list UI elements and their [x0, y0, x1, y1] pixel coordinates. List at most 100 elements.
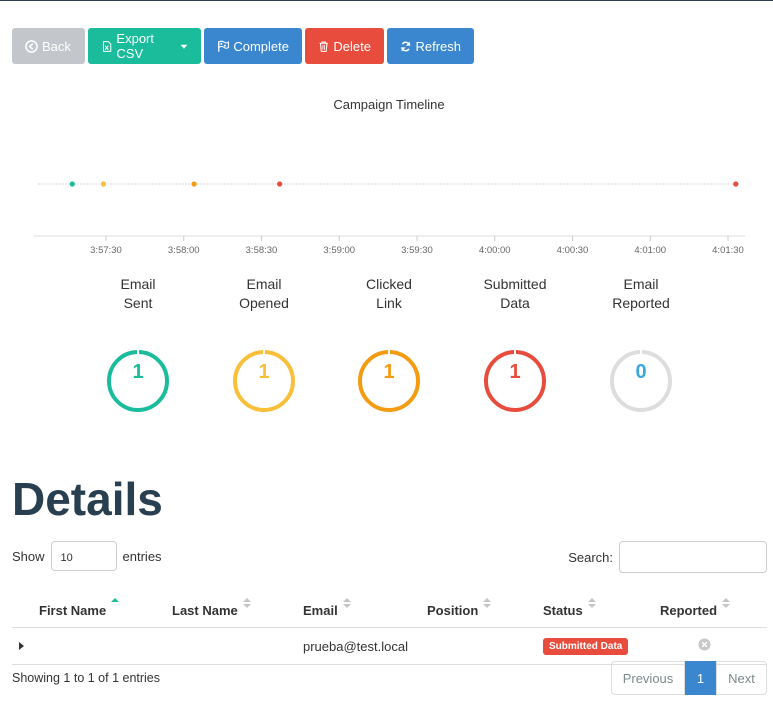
arrow-circle-left-icon — [25, 39, 38, 53]
timeline-point — [100, 181, 107, 187]
sort-icon — [342, 598, 351, 608]
column-header-position[interactable]: Position — [427, 582, 543, 628]
stat-email-reported: Email Reported 0 — [591, 275, 691, 413]
x-tick-label: 3:59:30 — [401, 245, 433, 256]
show-label: Show — [12, 548, 45, 564]
stat-submitted-data: Submitted Data 1 — [465, 275, 565, 413]
entries-per-page-select[interactable]: 10 — [50, 541, 117, 571]
times-circle-icon — [698, 638, 711, 651]
delete-button[interactable]: Delete — [305, 28, 384, 64]
stat-value: 1 — [258, 361, 270, 383]
search-control: Search: — [568, 541, 767, 573]
column-label: Email — [303, 603, 338, 618]
column-label: Last Name — [172, 603, 238, 618]
stat-label: Email Reported — [612, 276, 670, 311]
delete-label: Delete — [333, 38, 371, 54]
complete-label: Complete — [233, 38, 289, 54]
export-csv-label: Export CSV — [116, 31, 154, 61]
trash-icon — [319, 40, 328, 52]
table-header-row: First Name Last Name Email Position Stat… — [12, 582, 767, 628]
x-tick-label: 3:58:30 — [246, 245, 278, 256]
page-length-control: Show 10 entries — [12, 541, 162, 571]
chart-title: Campaign Timeline — [333, 97, 445, 112]
stat-gauge: 1 — [106, 349, 170, 413]
x-axis-ticks: 3:57:30 3:58:00 3:58:30 3:59:00 3:59:30 4:00:… — [90, 236, 744, 256]
stat-value: 1 — [383, 361, 395, 383]
x-tick-label: 3:58:00 — [168, 245, 200, 256]
stat-gauge: 1 — [232, 349, 296, 413]
refresh-icon — [400, 41, 411, 51]
stat-gauge: 1 — [483, 349, 547, 413]
x-tick-label: 4:00:30 — [557, 245, 589, 256]
column-header-first-name[interactable]: First Name — [39, 582, 172, 628]
x-tick-label: 4:01:30 — [712, 245, 744, 256]
column-header-reported[interactable]: Reported — [660, 582, 767, 628]
column-label: First Name — [39, 603, 107, 618]
details-heading: Details — [12, 473, 163, 525]
first-name-cell — [39, 627, 172, 665]
column-label: Status — [543, 603, 583, 618]
stat-value: 1 — [132, 361, 144, 383]
x-tick-label: 4:00:00 — [479, 245, 511, 256]
stat-value: 0 — [635, 361, 647, 383]
stat-label: Submitted Data — [483, 276, 547, 311]
entries-label: entries — [122, 548, 162, 564]
pagination: Previous 1 Next — [611, 661, 767, 695]
results-table: First Name Last Name Email Position Stat… — [12, 582, 767, 665]
toolbar: Back Export CSV Complete Delete Refresh — [12, 28, 474, 64]
search-input[interactable] — [619, 541, 767, 573]
table-info: Showing 1 to 1 of 1 entries — [12, 671, 161, 685]
file-excel-icon — [102, 40, 112, 52]
stat-label: Email Opened — [239, 276, 289, 311]
last-name-cell — [172, 627, 303, 665]
column-label: Reported — [660, 603, 718, 618]
stat-email-sent: Email Sent 1 — [88, 275, 188, 413]
caret-right-icon[interactable] — [18, 641, 26, 651]
refresh-label: Refresh — [415, 38, 461, 54]
refresh-button[interactable]: Refresh — [387, 28, 474, 64]
sort-icon — [242, 598, 251, 608]
expand-column-header — [12, 582, 39, 628]
timeline-point — [69, 181, 75, 187]
stat-label: Email Sent — [120, 276, 156, 311]
flag-checkered-icon — [218, 40, 230, 52]
stat-label: Clicked Link — [366, 276, 412, 311]
campaign-timeline-chart: 3:57:30 3:58:00 3:58:30 3:59:00 3:59:30 4:00:… — [34, 181, 745, 256]
column-header-last-name[interactable]: Last Name — [172, 582, 303, 628]
back-label: Back — [42, 38, 71, 54]
position-cell — [427, 627, 543, 665]
stat-gauge: 1 — [357, 349, 421, 413]
status-cell: Submitted Data — [543, 627, 660, 665]
column-header-status[interactable]: Status — [543, 582, 660, 628]
column-header-email[interactable]: Email — [303, 582, 427, 628]
x-tick-label: 3:59:00 — [323, 245, 355, 256]
page-1-button[interactable]: 1 — [685, 661, 716, 695]
caret-down-icon — [180, 44, 188, 49]
sort-icon — [722, 598, 731, 608]
stat-clicked-link: Clicked Link 1 — [339, 275, 439, 413]
table-row[interactable]: prueba@test.local Submitted Data — [12, 627, 767, 665]
sort-asc-icon — [111, 598, 120, 602]
column-label: Position — [427, 603, 479, 618]
search-label: Search: — [568, 549, 613, 565]
complete-button[interactable]: Complete — [204, 28, 302, 64]
x-tick-label: 3:57:30 — [90, 245, 122, 256]
timeline-point — [733, 181, 739, 187]
next-page-button[interactable]: Next — [716, 661, 767, 695]
sort-icon — [587, 598, 596, 608]
sort-icon — [483, 598, 492, 608]
x-tick-label: 4:01:00 — [634, 245, 666, 256]
top-border — [0, 0, 773, 1]
status-badge: Submitted Data — [543, 638, 629, 655]
timeline-point — [191, 181, 197, 187]
back-button[interactable]: Back — [12, 28, 85, 64]
reported-cell — [660, 627, 767, 665]
stat-value: 1 — [509, 361, 521, 383]
stat-email-opened: Email Opened 1 — [214, 275, 314, 413]
email-cell: prueba@test.local — [303, 627, 427, 665]
timeline-point — [277, 181, 283, 187]
export-csv-button[interactable]: Export CSV — [88, 28, 201, 64]
expand-cell[interactable] — [12, 627, 39, 665]
stat-gauge: 0 — [609, 349, 673, 413]
previous-page-button[interactable]: Previous — [611, 661, 685, 695]
